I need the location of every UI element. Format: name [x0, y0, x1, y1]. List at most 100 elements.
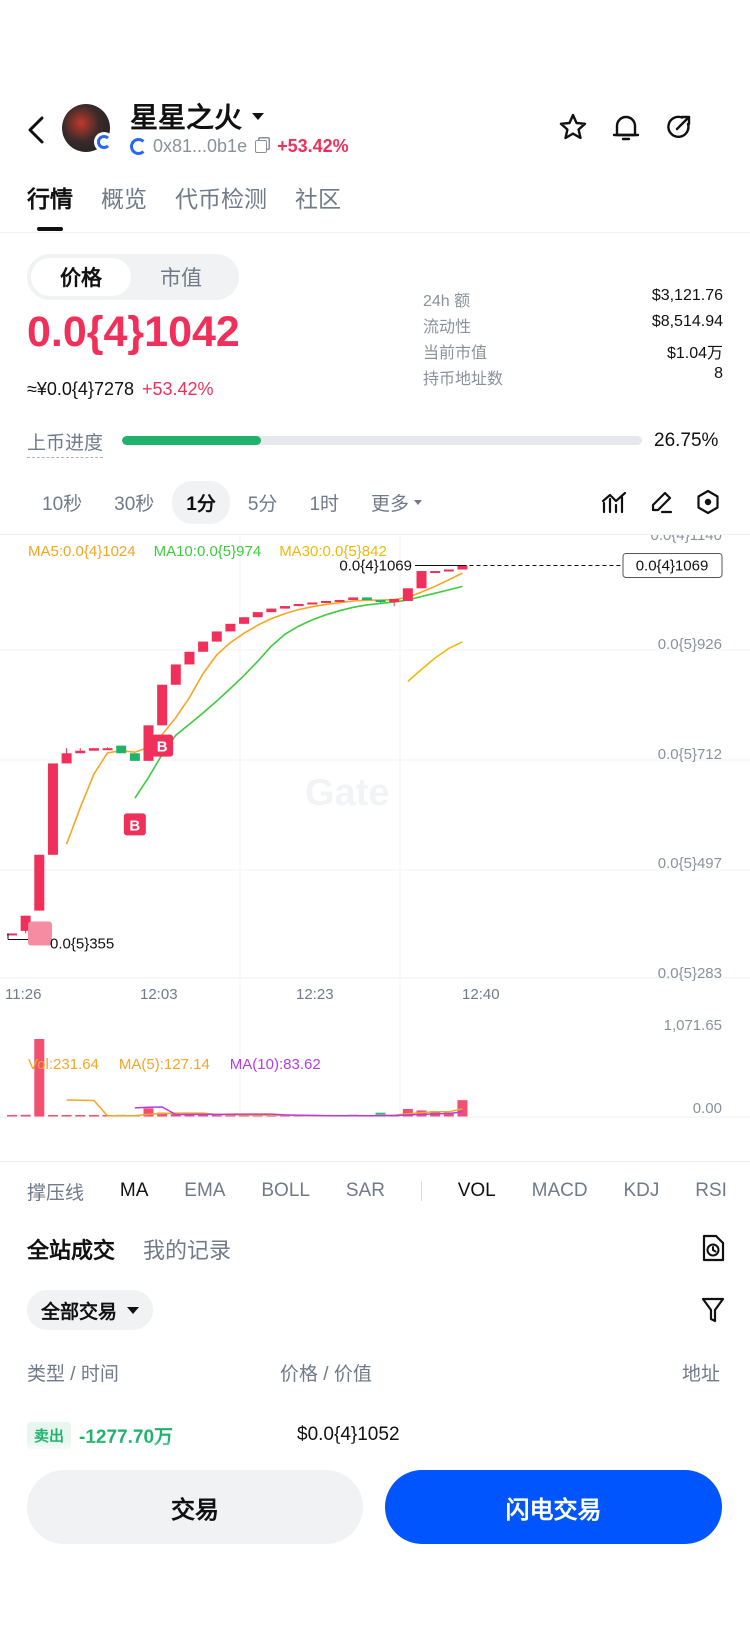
candle — [47, 763, 58, 855]
ind-vol[interactable]: VOL — [458, 1180, 496, 1202]
vol-legend: Vol:231.64 MA(5):127.14 MA(10):83.62 — [28, 1056, 321, 1073]
current-price: 0.0{4}1042 — [27, 308, 240, 356]
tf-more[interactable]: 更多 — [357, 481, 436, 524]
stat-market-cap: 当前市值 $1.04万 — [423, 345, 723, 362]
progress-label: 上币进度 — [27, 428, 104, 458]
buy-marker-label: B — [157, 739, 168, 756]
chain-badge-icon — [94, 132, 114, 152]
progress-track — [122, 436, 642, 445]
candles — [7, 565, 468, 936]
candle — [443, 569, 454, 572]
candle — [239, 617, 250, 624]
ind-sar[interactable]: SAR — [346, 1180, 385, 1202]
star-icon[interactable] — [558, 112, 588, 142]
caret-down-icon — [127, 1306, 140, 1314]
price-toggle: 价格 市值 — [27, 254, 239, 300]
progress-value: 26.75% — [654, 430, 719, 451]
candle — [457, 565, 468, 570]
candle — [280, 606, 290, 609]
flash-trade-button[interactable]: 闪电交易 — [385, 1470, 722, 1544]
vol-tick-label: 1,071.65 — [664, 1017, 722, 1034]
tab-market[interactable]: 行情 — [27, 180, 73, 214]
tf-10s[interactable]: 10秒 — [28, 481, 96, 524]
candle — [252, 612, 263, 618]
candle — [320, 600, 331, 603]
trade-tabs: 全站成交 我的记录 — [27, 1232, 231, 1266]
candle — [225, 623, 236, 632]
timeframe-bar: 10秒 30秒 1分 5分 1时 更多 — [28, 480, 436, 524]
candle — [402, 588, 413, 601]
ind-macd[interactable]: MACD — [532, 1180, 588, 1202]
tab-community[interactable]: 社区 — [295, 180, 341, 214]
tf-5m[interactable]: 5分 — [234, 481, 292, 524]
candle — [361, 597, 372, 600]
x-tick-label: 11:26 — [5, 986, 41, 1003]
ma5-legend: MA5:0.0{4}1024 — [28, 543, 136, 560]
volume-bars — [0, 1039, 750, 1118]
back-icon[interactable] — [22, 110, 52, 150]
tab-overview[interactable]: 概览 — [101, 180, 147, 214]
filter-dropdown[interactable]: 全部交易 — [27, 1290, 154, 1330]
ma-lines — [65, 572, 463, 845]
ma10-line — [134, 585, 463, 799]
price-sub: ≈¥0.0{4}7278 +53.42% — [27, 379, 214, 400]
x-tick-label: 12:40 — [462, 986, 500, 1003]
token-title[interactable]: 星星之火 — [130, 98, 265, 134]
ind-ema[interactable]: EMA — [184, 1180, 225, 1202]
candle — [211, 631, 222, 642]
history-icon[interactable] — [700, 1233, 726, 1263]
candle — [61, 753, 72, 764]
toggle-market-cap[interactable]: 市值 — [131, 258, 231, 296]
token-subline: 0x81...0b1e +53.42% — [130, 135, 349, 157]
volume-bar — [34, 1039, 45, 1117]
share-icon[interactable] — [664, 112, 694, 142]
ind-support[interactable]: 撑压线 — [27, 1178, 84, 1205]
buy-marker-label: B — [129, 817, 140, 834]
filter-funnel-icon[interactable] — [700, 1295, 726, 1325]
tf-30s[interactable]: 30秒 — [100, 481, 168, 524]
stat-holders: 持币地址数 8 — [423, 365, 723, 388]
settings-hex-icon[interactable] — [695, 489, 721, 515]
high-price-label: 0.0{4}1069 — [339, 557, 412, 574]
y-tick-label: 0.0{5}712 — [658, 746, 722, 763]
trade-button[interactable]: 交易 — [27, 1470, 363, 1544]
candle — [375, 599, 386, 603]
tf-1m[interactable]: 1分 — [172, 480, 230, 524]
gate-chain-icon — [130, 137, 147, 155]
toggle-price[interactable]: 价格 — [31, 258, 131, 296]
indicator-chart-icon[interactable] — [601, 489, 627, 515]
x-axis-ticks: 11:26 12:03 12:23 12:40 — [5, 986, 500, 1003]
copy-icon[interactable] — [255, 139, 268, 153]
candle — [157, 684, 168, 726]
vol-tick-label: 0.00 — [693, 1100, 722, 1117]
ind-boll[interactable]: BOLL — [261, 1180, 310, 1202]
header-price-value: 价格 / 价值 — [280, 1364, 372, 1385]
ma30-line — [407, 641, 463, 682]
tab-token-check[interactable]: 代币检测 — [175, 180, 267, 214]
expand-icon — [28, 921, 52, 946]
progress-fill — [122, 436, 262, 445]
ma30-legend: MA30:0.0{5}842 — [279, 543, 387, 560]
bottom-fade — [0, 1440, 750, 1456]
header-change: +53.42% — [277, 135, 349, 156]
draw-pen-icon[interactable] — [648, 489, 674, 515]
bell-icon[interactable] — [611, 112, 641, 144]
volume-bar — [457, 1100, 468, 1117]
y-axis-ticks: 0.0{4}1140 0.0{5}926 0.0{5}712 0.0{5}497 0.0… — [651, 535, 722, 1117]
ind-rsi[interactable]: RSI — [695, 1180, 727, 1202]
caret-down-icon — [252, 112, 265, 120]
tab-my-records[interactable]: 我的记录 — [143, 1233, 231, 1265]
tab-all-trades[interactable]: 全站成交 — [27, 1233, 115, 1265]
ind-ma[interactable]: MA — [120, 1180, 149, 1202]
ind-kdj[interactable]: KDJ — [623, 1180, 659, 1202]
filter-label: 全部交易 — [41, 1301, 118, 1323]
tf-1h[interactable]: 1时 — [295, 481, 353, 524]
vol-value: Vol:231.64 — [28, 1056, 99, 1073]
divider — [0, 232, 750, 233]
x-tick-label: 12:23 — [296, 986, 334, 1003]
candle — [293, 604, 304, 607]
candle — [266, 608, 277, 613]
candle — [198, 641, 209, 652]
stat-volume: 24h 额 $3,121.76 — [423, 287, 723, 310]
candle — [184, 651, 195, 665]
